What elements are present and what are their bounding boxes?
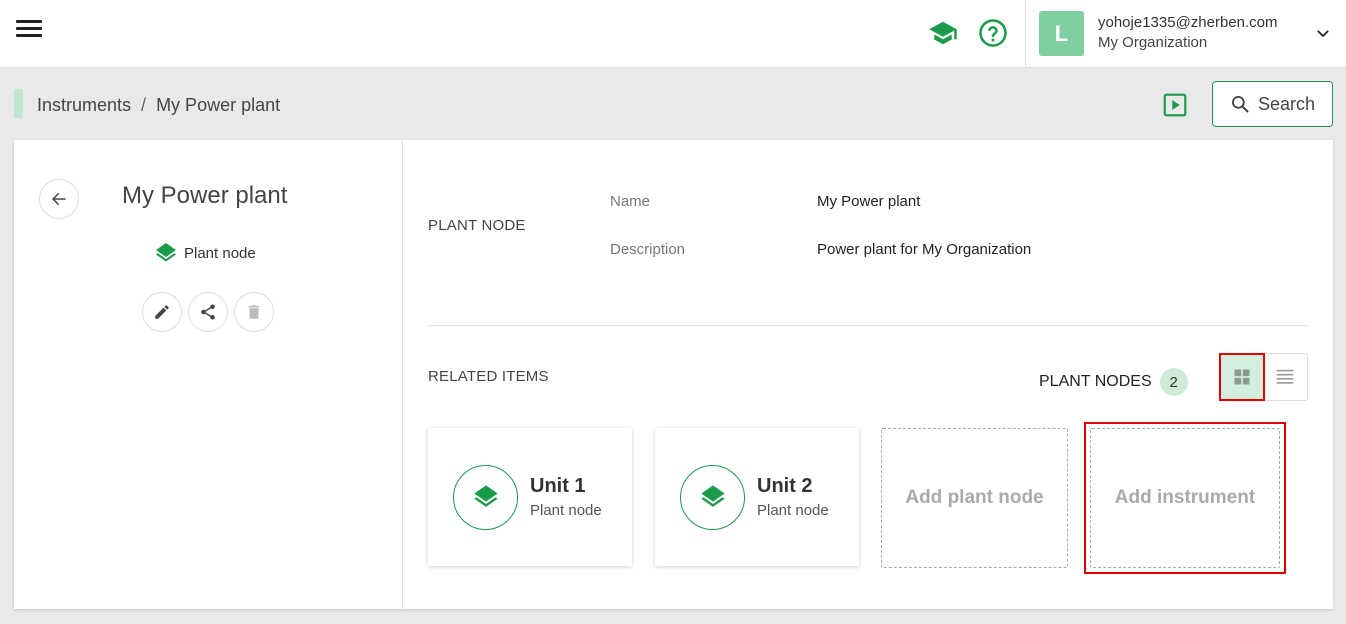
graduation-cap-icon[interactable] — [928, 18, 958, 48]
view-toggle — [1219, 353, 1308, 401]
node-details-pane: PLANT NODE Name My Power plant Descripti… — [404, 140, 1333, 609]
plant-nodes-label: PLANT NODES — [1039, 373, 1152, 390]
user-separator — [1025, 0, 1026, 68]
chevron-down-icon[interactable] — [1313, 26, 1333, 42]
field-label-description: Description — [610, 241, 686, 258]
avatar[interactable]: L — [1039, 11, 1084, 56]
delete-button[interactable] — [234, 292, 274, 332]
breadcrumb-item-instruments[interactable]: Instruments — [37, 95, 131, 116]
share-button[interactable] — [188, 292, 228, 332]
section-divider — [428, 325, 1308, 326]
breadcrumb-bar: Instruments / My Power plant Search — [0, 69, 1346, 140]
breadcrumb-separator: / — [141, 95, 147, 115]
field-value-name: My Power plant — [817, 193, 921, 210]
grid-view-button[interactable] — [1219, 353, 1265, 401]
add-instrument-button[interactable]: Add instrument — [1090, 428, 1280, 568]
layers-icon — [700, 485, 725, 507]
edit-button[interactable] — [142, 292, 182, 332]
tile-icon — [680, 464, 745, 530]
plant-node-tile[interactable]: Unit 1 Plant node — [428, 428, 632, 566]
breadcrumb-item-current: My Power plant — [156, 95, 281, 115]
play-icon[interactable] — [1162, 92, 1188, 118]
page-title: My Power plant — [122, 182, 288, 209]
back-button[interactable] — [39, 179, 79, 219]
user-email: yohoje1335@zherben.com — [1098, 14, 1278, 31]
menu-icon[interactable] — [16, 20, 42, 40]
breadcrumb: Instruments / My Power plant — [37, 95, 280, 116]
search-label: Search — [1257, 93, 1316, 114]
field-label-name: Name — [610, 193, 651, 210]
plant-node-tile[interactable]: Unit 2 Plant node — [655, 428, 859, 566]
list-view-icon — [1277, 369, 1294, 384]
plant-nodes-filter[interactable]: PLANT NODES 2 — [1039, 368, 1188, 396]
search-button[interactable]: Search — [1212, 81, 1333, 127]
count-badge: 2 — [1159, 368, 1188, 396]
node-actions — [142, 292, 274, 332]
tile-type: Plant node — [757, 502, 829, 519]
tile-icon — [453, 464, 518, 530]
grid-view-icon — [1234, 369, 1250, 385]
trash-icon — [248, 305, 260, 319]
list-view-button[interactable] — [1264, 354, 1308, 400]
field-value-description: Power plant for My Organization — [817, 241, 1032, 258]
layers-icon — [473, 485, 498, 507]
user-organization: My Organization — [1098, 34, 1208, 51]
layers-icon — [156, 243, 176, 262]
section-plant-node: PLANT NODE — [428, 217, 526, 234]
tile-name: Unit 1 — [530, 475, 586, 497]
node-summary-pane: My Power plant Plant node — [14, 140, 403, 609]
main-card: My Power plant Plant node PLANT NODE Nam… — [14, 140, 1333, 609]
tile-type: Plant node — [530, 502, 602, 519]
arrow-left-icon — [52, 193, 66, 205]
breadcrumb-accent — [14, 89, 23, 118]
section-related-items: RELATED ITEMS — [428, 368, 549, 385]
share-icon — [201, 304, 215, 320]
top-bar: L yohoje1335@zherben.com My Organization — [0, 0, 1346, 68]
node-type-label: Plant node — [184, 244, 256, 262]
node-type: Plant node — [154, 241, 256, 265]
tile-name: Unit 2 — [757, 475, 813, 497]
pencil-icon — [155, 305, 169, 319]
help-icon[interactable] — [978, 18, 1008, 48]
search-icon — [1231, 96, 1249, 113]
add-plant-node-button[interactable]: Add plant node — [881, 428, 1068, 568]
